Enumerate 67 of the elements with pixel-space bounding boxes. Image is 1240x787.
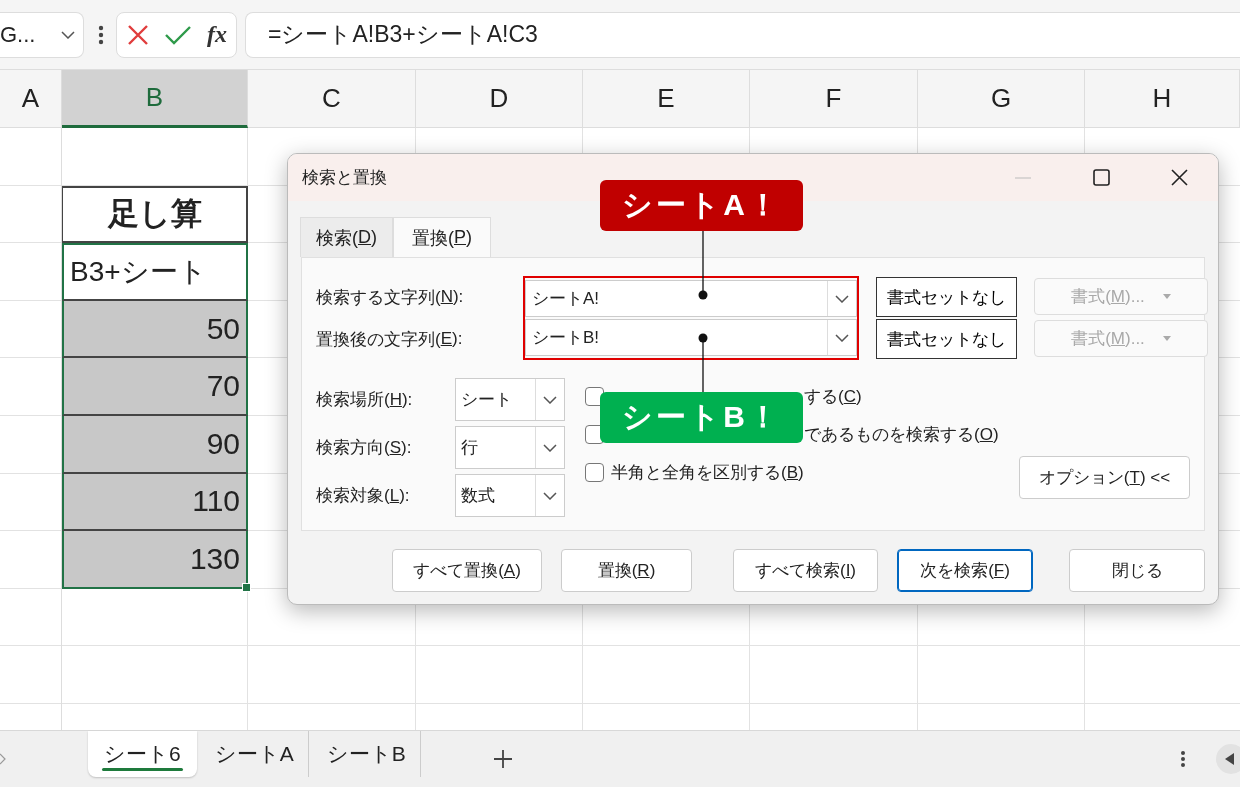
dialog-title: 検索と置換 (302, 167, 388, 189)
chevron-down-icon (543, 491, 557, 500)
dialog-button[interactable]: すべて検索(I) (733, 549, 878, 592)
more-icon[interactable] (1180, 750, 1186, 768)
dropdown-field[interactable]: シート (455, 378, 565, 421)
table-cell: 足し算 (62, 185, 248, 244)
add-sheet-icon[interactable] (492, 749, 513, 769)
sheet-tab[interactable]: シートB (312, 731, 421, 777)
table-cell: 110 (62, 473, 248, 532)
chevron-down-icon (835, 294, 849, 303)
caret-icon (1162, 294, 1171, 299)
dialog-button[interactable]: 閉じる (1069, 549, 1205, 592)
table-cell: 70 (62, 358, 248, 416)
field-label: 検索する文字列(N): (316, 286, 465, 309)
scroll-left-icon[interactable] (1216, 744, 1240, 774)
close-icon[interactable] (1170, 169, 1188, 186)
column-header[interactable]: G (918, 70, 1085, 128)
column-header[interactable]: E (583, 70, 750, 128)
chevron-down-icon (61, 30, 75, 39)
format-reset-button[interactable]: 書式セットなし (876, 319, 1017, 359)
checkbox[interactable] (585, 462, 604, 482)
dialog-tab[interactable]: 置換(P) (393, 217, 491, 257)
option-label: 検索対象(L): (316, 484, 411, 507)
dropdown-field[interactable]: 数式 (455, 474, 565, 517)
column-header[interactable]: A (0, 70, 62, 128)
checkbox-label: 半角と全角を区別する(B) (611, 461, 804, 484)
combo-field[interactable]: シートA! (525, 280, 857, 317)
dialog-button[interactable]: すべて置換(A) (392, 549, 542, 592)
formula-field[interactable]: =シートA!B3+シートA!C3 (245, 11, 1240, 58)
option-label: 検索方向(S): (316, 436, 413, 459)
checkbox-label: であるものを検索する(O) (803, 423, 999, 446)
column-header[interactable]: F (750, 70, 918, 128)
callout-label: シートA！ (600, 180, 803, 231)
options-button[interactable]: オプション(T) << (1019, 456, 1190, 499)
dialog-button[interactable]: 次を検索(F) (897, 549, 1033, 592)
table-cell: 50 (62, 300, 248, 359)
field-label: 置換後の文字列(E): (316, 328, 464, 351)
cancel-icon[interactable] (127, 23, 149, 46)
dialog-button[interactable]: 置換(R) (561, 549, 692, 592)
column-header[interactable]: H (1085, 70, 1240, 128)
option-label: 検索場所(H): (316, 388, 414, 411)
more-icon[interactable] (98, 24, 104, 45)
column-header[interactable]: B (62, 70, 248, 128)
column-header[interactable]: C (248, 70, 416, 128)
format-reset-button[interactable]: 書式セットなし (876, 277, 1017, 317)
chevron-down-icon (835, 333, 849, 342)
checkbox-label: する(C) (803, 385, 862, 408)
table-cell: 130 (62, 531, 248, 589)
table-cell: B3+シート (62, 243, 248, 301)
combo-field[interactable]: シートB! (525, 319, 857, 356)
dropdown-field[interactable]: 行 (455, 426, 565, 469)
caret-icon (1162, 336, 1171, 341)
sheet-tab[interactable]: シート6 (88, 731, 197, 777)
leader-line (698, 230, 708, 300)
insert-function-button[interactable]: fx (207, 21, 227, 48)
callout-label: シートB！ (600, 392, 803, 443)
column-header[interactable]: D (416, 70, 583, 128)
chevron-down-icon (543, 395, 557, 404)
chevron-down-icon (543, 443, 557, 452)
table-cell: 90 (62, 415, 248, 474)
maximize-icon[interactable] (1092, 169, 1110, 186)
dialog-tab[interactable]: 検索(D) (300, 217, 393, 257)
name-box[interactable]: G... (0, 11, 84, 58)
sheet-tab[interactable]: シートA (200, 731, 309, 777)
leader-line (698, 333, 708, 393)
check-icon[interactable] (165, 24, 191, 45)
fill-handle[interactable] (242, 582, 251, 592)
